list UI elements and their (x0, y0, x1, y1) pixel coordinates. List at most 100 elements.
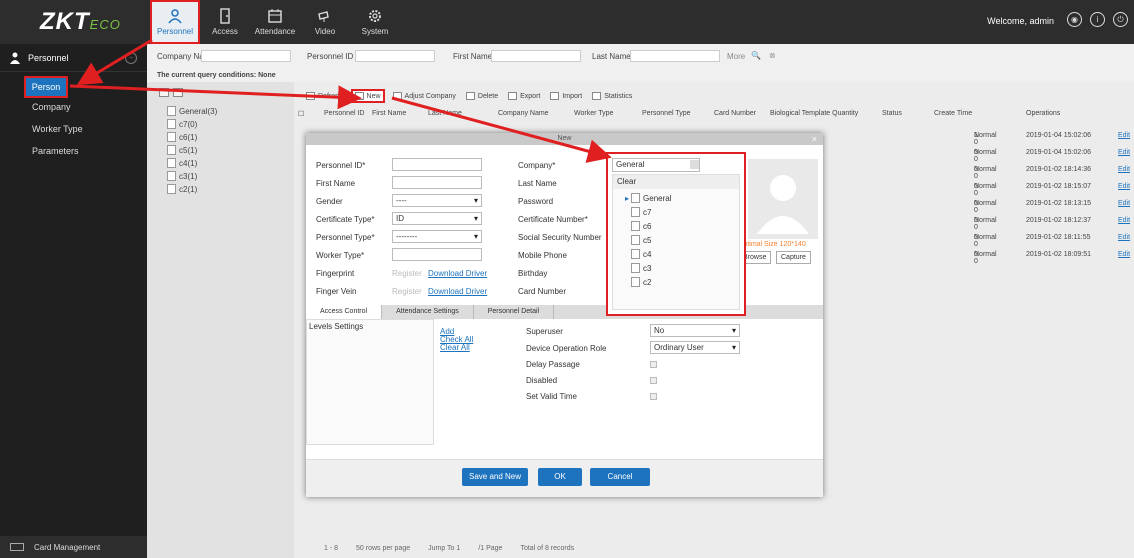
cancel-button[interactable]: Cancel (590, 468, 650, 486)
company-option[interactable]: c6 (631, 221, 651, 231)
capture-button[interactable]: Capture (776, 251, 811, 264)
tree-node[interactable]: c2(1) (167, 184, 197, 194)
module-access[interactable]: Access (200, 0, 250, 44)
search-icon[interactable]: 🔍 (751, 51, 761, 60)
ok-button[interactable]: OK (538, 468, 582, 486)
collapse-all-icon[interactable] (173, 88, 183, 97)
edit-link[interactable]: Edit (1118, 166, 1130, 180)
company-option[interactable]: ▸ General (625, 193, 671, 203)
sidebar-item-parameters[interactable]: Parameters (0, 140, 147, 162)
rows-per-page-select[interactable]: 50 rows per page (356, 545, 410, 552)
edit-link[interactable]: Edit (1118, 251, 1130, 265)
col-company-name[interactable]: Company Name (494, 110, 570, 126)
col-card-number[interactable]: Card Number (710, 110, 766, 126)
statistics-button[interactable]: Statistics (592, 92, 632, 100)
sidebar-item-worker-type[interactable]: Worker Type (0, 118, 147, 140)
finger-vein-register[interactable]: Register (392, 287, 422, 296)
certificate-type-select[interactable]: ID (392, 212, 482, 225)
dropdown-toggle-icon[interactable] (690, 160, 699, 169)
edit-link[interactable]: Edit (1118, 217, 1130, 231)
edit-link[interactable]: Edit (1118, 132, 1130, 146)
table-row[interactable]: 1 0 Normal 2019-01-04 15:02:06 Edit (774, 132, 1134, 146)
refresh-button[interactable]: Refresh (306, 92, 343, 100)
tab-attendance-settings[interactable]: Attendance Settings (382, 305, 474, 319)
col-create-time[interactable]: Create Time (930, 110, 1022, 126)
download-driver-link[interactable]: Download Driver (428, 269, 487, 278)
user-profile-icon[interactable]: ◉ (1067, 12, 1082, 27)
last-name-input[interactable] (630, 50, 720, 62)
clear-option[interactable]: Clear (613, 175, 739, 189)
personnel-id-input[interactable] (355, 50, 435, 62)
tree-node[interactable]: c3(1) (167, 171, 197, 181)
new-button[interactable]: New (350, 89, 385, 103)
worker-type-field[interactable] (392, 248, 482, 261)
tree-node[interactable]: c7(0) (167, 119, 197, 129)
clear-all-link[interactable]: Clear All (440, 343, 470, 352)
col-last-name[interactable]: Last Name (424, 110, 494, 126)
edit-link[interactable]: Edit (1118, 234, 1130, 248)
power-icon[interactable]: ⏻ (1113, 12, 1128, 27)
table-row[interactable]: 0 0 Normal 2019-01-02 18:12:37 Edit (774, 217, 1134, 231)
export-button[interactable]: Export (508, 92, 540, 100)
module-video[interactable]: Video (300, 0, 350, 44)
sidebar-item-company[interactable]: Company (0, 96, 147, 118)
tab-access-control[interactable]: Access Control (306, 305, 383, 319)
module-attendance[interactable]: Attendance (250, 0, 300, 44)
module-personnel[interactable]: Personnel (150, 0, 200, 44)
disabled-checkbox[interactable] (650, 377, 657, 384)
company-option[interactable]: c4 (631, 249, 651, 259)
delay-passage-checkbox[interactable] (650, 361, 657, 368)
first-name-field[interactable] (392, 176, 482, 189)
company-option[interactable]: c3 (631, 263, 651, 273)
col-worker-type[interactable]: Worker Type (570, 110, 638, 126)
superuser-select[interactable]: No (650, 324, 740, 337)
page-input[interactable]: 1 (456, 545, 460, 552)
table-row[interactable]: 0 0 Normal 2019-01-02 18:14:36 Edit (774, 166, 1134, 180)
save-and-new-button[interactable]: Save and New (462, 468, 528, 486)
table-row[interactable]: 0 0 Normal 2019-01-02 18:11:55 Edit (774, 234, 1134, 248)
module-system[interactable]: System (350, 0, 400, 44)
table-row[interactable]: 0 0 Normal 2019-01-02 18:13:15 Edit (774, 200, 1134, 214)
tab-personnel-detail[interactable]: Personnel Detail (474, 305, 555, 319)
device-role-select[interactable]: Ordinary User (650, 341, 740, 354)
col-personnel-type[interactable]: Personnel Type (638, 110, 710, 126)
company-option[interactable]: c7 (631, 207, 651, 217)
company-option[interactable]: c5 (631, 235, 651, 245)
collapse-icon[interactable]: − (125, 52, 137, 64)
edit-link[interactable]: Edit (1118, 149, 1130, 163)
first-name-input[interactable] (491, 50, 581, 62)
edit-link[interactable]: Edit (1118, 200, 1130, 214)
col-status[interactable]: Status (878, 110, 930, 126)
col-bio-template[interactable]: Biological Template Quantity (766, 110, 878, 126)
personnel-type-select[interactable]: -------- (392, 230, 482, 243)
col-first-name[interactable]: First Name (368, 110, 424, 126)
set-valid-time-checkbox[interactable] (650, 393, 657, 400)
edit-link[interactable]: Edit (1118, 183, 1130, 197)
delete-button[interactable]: Delete (465, 92, 498, 100)
sidebar-item-card-management[interactable]: Card Management (0, 536, 147, 558)
download-driver-link[interactable]: Download Driver (428, 287, 487, 296)
table-row[interactable]: 0 0 Normal 2019-01-02 18:15:07 Edit (774, 183, 1134, 197)
table-row[interactable]: 0 0 Normal 2019-01-04 15:02:06 Edit (774, 149, 1134, 163)
company-name-input[interactable] (201, 50, 291, 62)
sidebar-item-person[interactable]: Person (24, 76, 68, 98)
tree-node[interactable]: c6(1) (167, 132, 197, 142)
tree-node[interactable]: c4(1) (167, 158, 197, 168)
reset-icon[interactable]: ⊗ (769, 51, 776, 60)
col-personnel-id[interactable]: Personnel ID (320, 110, 368, 126)
gender-select[interactable]: ---- (392, 194, 482, 207)
table-row[interactable]: 0 0 Normal 2019-01-02 18:09:51 Edit (774, 251, 1134, 265)
select-all-checkbox[interactable]: ☐ (294, 110, 320, 126)
import-button[interactable]: Import (550, 92, 582, 100)
personnel-id-field[interactable] (392, 158, 482, 171)
close-icon[interactable]: × (812, 133, 817, 145)
adjust-company-button[interactable]: Adjust Company (392, 92, 456, 100)
tree-node[interactable]: General(3) (167, 106, 217, 116)
more-link[interactable]: More (727, 52, 745, 61)
tree-node[interactable]: c5(1) (167, 145, 197, 155)
fingerprint-register[interactable]: Register (392, 269, 422, 278)
company-option[interactable]: c2 (631, 277, 651, 287)
company-select[interactable]: General (612, 158, 700, 172)
info-icon[interactable]: i (1090, 12, 1105, 27)
expand-all-icon[interactable] (159, 88, 169, 97)
